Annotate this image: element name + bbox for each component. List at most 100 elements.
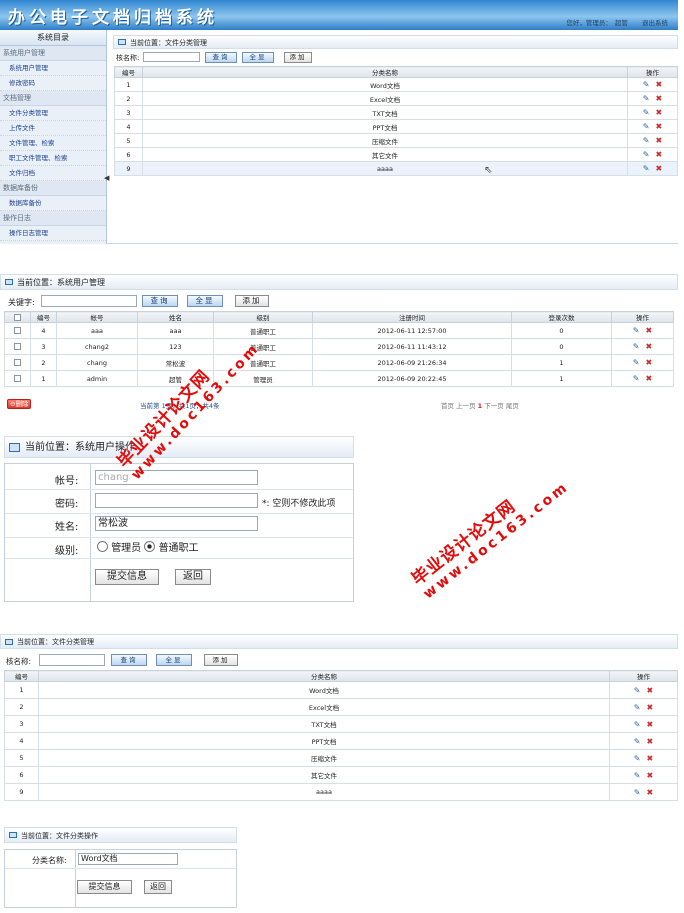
delete-icon[interactable]: ✖: [646, 342, 653, 351]
edit-icon[interactable]: ✎: [633, 326, 640, 335]
sidebar-item-log-manage[interactable]: 操作日志管理: [0, 226, 106, 241]
delete-icon[interactable]: ✖: [656, 122, 663, 131]
edit-icon[interactable]: ✎: [634, 788, 641, 797]
delete-icon[interactable]: ✖: [647, 754, 654, 763]
edit-icon[interactable]: ✎: [634, 686, 641, 695]
row-checkbox[interactable]: [14, 375, 21, 382]
sidebar-group-docs[interactable]: 文档管理: [0, 91, 106, 106]
add-button[interactable]: 添加: [284, 52, 312, 63]
edit-icon[interactable]: ✎: [643, 122, 650, 131]
sidebar-group-users[interactable]: 系统用户管理: [0, 46, 106, 61]
cell-select[interactable]: [4, 322, 31, 339]
name-field[interactable]: 常松波: [95, 516, 258, 531]
account-field[interactable]: chang: [95, 470, 258, 485]
delete-icon[interactable]: ✖: [647, 686, 654, 695]
edit-icon[interactable]: ✎: [643, 94, 650, 103]
edit-icon[interactable]: ✎: [634, 720, 641, 729]
users-query-button[interactable]: 查询: [142, 295, 178, 307]
back-button[interactable]: 返回: [175, 569, 211, 585]
delete-icon[interactable]: ✖: [656, 94, 663, 103]
edit-icon[interactable]: ✎: [633, 342, 640, 351]
delete-icon[interactable]: ✖: [656, 80, 663, 89]
delete-icon[interactable]: ✖: [656, 136, 663, 145]
search-input[interactable]: [143, 52, 200, 62]
col-select-all[interactable]: [4, 311, 31, 323]
sidebar-item-archive[interactable]: 文件归档: [0, 166, 106, 181]
col-id: 编号: [4, 670, 39, 682]
edit-icon[interactable]: ✎: [643, 164, 650, 173]
user-info: 您好，管理员： 超管 退出系统: [563, 17, 668, 27]
cell-reg-time: 2012-06-09 20:22:45: [312, 370, 512, 387]
pager-next[interactable]: 下一页: [484, 402, 504, 410]
delete-icon[interactable]: ✖: [646, 326, 653, 335]
edit-icon[interactable]: ✎: [643, 108, 650, 117]
sidebar-item-db-backup[interactable]: 数据库备份: [0, 196, 106, 211]
cell-select[interactable]: [4, 370, 31, 387]
row-checkbox[interactable]: [14, 343, 21, 350]
delete-icon[interactable]: ✖: [646, 358, 653, 367]
pager-first[interactable]: 首页: [441, 402, 454, 410]
users-search-input[interactable]: [41, 295, 137, 307]
cell-select[interactable]: [4, 354, 31, 371]
col-logins: 登录次数: [511, 311, 612, 323]
delete-icon[interactable]: ✖: [647, 788, 654, 797]
sidebar-item-file-categories[interactable]: 文件分类管理: [0, 106, 106, 121]
category-back-button[interactable]: 返回: [144, 880, 172, 894]
delete-icon[interactable]: ✖: [656, 164, 663, 173]
col-id: 编号: [30, 311, 57, 323]
cell-id: 9: [4, 783, 39, 801]
category-name-field[interactable]: Word文档: [78, 853, 178, 865]
logout-link[interactable]: 退出系统: [642, 19, 668, 27]
edit-icon[interactable]: ✎: [643, 150, 650, 159]
delete-icon[interactable]: ✖: [656, 108, 663, 117]
cell-ops: ✎ ✖: [611, 370, 674, 387]
users-add-button[interactable]: 添加: [235, 295, 269, 307]
query-button[interactable]: 查询: [205, 52, 237, 63]
search-input-2[interactable]: [39, 654, 105, 666]
cell-id: 3: [30, 338, 57, 355]
radio-admin[interactable]: [97, 541, 108, 552]
collapse-arrow-icon[interactable]: ◀: [104, 172, 109, 184]
pager-last[interactable]: 尾页: [506, 402, 519, 410]
delete-icon[interactable]: ✖: [647, 737, 654, 746]
sidebar-item-change-password[interactable]: 修改密码: [0, 76, 106, 91]
sidebar-item-system-users[interactable]: 系统用户管理: [0, 61, 106, 76]
sidebar-group-backup[interactable]: 数据库备份: [0, 181, 106, 196]
delete-icon[interactable]: ✖: [647, 720, 654, 729]
edit-icon[interactable]: ✎: [634, 703, 641, 712]
sidebar-item-file-search[interactable]: 文件管理、检索: [0, 136, 106, 151]
edit-icon[interactable]: ✎: [634, 737, 641, 746]
cell-level: 普通职工: [213, 354, 313, 371]
show-all-button[interactable]: 全显: [242, 52, 274, 63]
edit-icon[interactable]: ✎: [643, 136, 650, 145]
row-checkbox[interactable]: [14, 359, 21, 366]
users-table-body: 4 aaa aaa 普通职工 2012-06-11 12:57:00 0 ✎ ✖ 3 chang2…: [4, 322, 674, 387]
delete-icon[interactable]: ✖: [646, 374, 653, 383]
show-all-button-2[interactable]: 全显: [156, 654, 192, 666]
users-show-all-button[interactable]: 全显: [187, 295, 223, 307]
cell-select[interactable]: [4, 338, 31, 355]
add-button-2[interactable]: 添加: [204, 654, 238, 666]
delete-label: 删除: [15, 400, 29, 408]
category-submit-button[interactable]: 提交信息: [77, 880, 132, 894]
query-button-2[interactable]: 查询: [111, 654, 147, 666]
radio-staff[interactable]: [144, 541, 156, 552]
submit-button[interactable]: 提交信息: [95, 569, 159, 585]
select-all-checkbox[interactable]: [14, 313, 21, 321]
edit-icon[interactable]: ✎: [643, 80, 650, 89]
sidebar-group-logs[interactable]: 操作日志: [0, 211, 106, 226]
password-field[interactable]: [95, 493, 258, 508]
edit-icon[interactable]: ✎: [634, 771, 641, 780]
table-row: 3 TXT文档 ✎ ✖: [114, 105, 678, 120]
sidebar-item-upload[interactable]: 上传文件: [0, 121, 106, 136]
row-checkbox[interactable]: [14, 327, 21, 334]
edit-icon[interactable]: ✎: [634, 754, 641, 763]
pager-prev[interactable]: 上一页: [456, 402, 476, 410]
delete-selected-button[interactable]: ⊖删除: [7, 399, 32, 409]
sidebar-item-staff-files[interactable]: 职工文件管理、检索: [0, 151, 106, 166]
delete-icon[interactable]: ✖: [656, 150, 663, 159]
edit-icon[interactable]: ✎: [633, 374, 640, 383]
delete-icon[interactable]: ✖: [647, 703, 654, 712]
delete-icon[interactable]: ✖: [647, 771, 654, 780]
edit-icon[interactable]: ✎: [633, 358, 640, 367]
